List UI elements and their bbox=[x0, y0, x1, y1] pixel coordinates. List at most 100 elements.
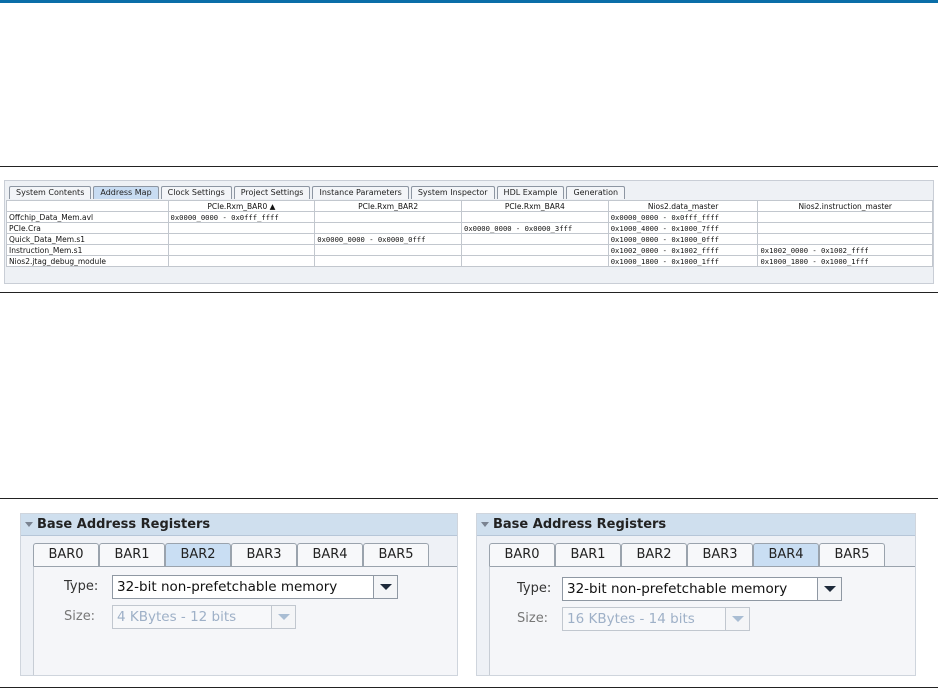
type-dropdown-button[interactable] bbox=[373, 576, 397, 598]
address-range-cell[interactable] bbox=[461, 211, 609, 223]
size-label: Size: bbox=[517, 611, 549, 626]
section-title: Base Address Registers bbox=[493, 517, 667, 532]
tab-bar2[interactable]: BAR2 bbox=[621, 543, 687, 566]
address-range-cell[interactable] bbox=[314, 255, 462, 267]
address-range-cell[interactable] bbox=[314, 211, 462, 223]
tab-clock-settings[interactable]: Clock Settings bbox=[160, 186, 232, 199]
row-label-cell[interactable]: Quick_Data_Mem.s1 bbox=[6, 233, 169, 245]
chevron-down-icon bbox=[380, 584, 392, 590]
column-header[interactable]: PCIe.Rxm_BAR2 bbox=[314, 200, 462, 212]
figure-rule-bottom-2 bbox=[0, 687, 938, 688]
tab-hdl-example[interactable]: HDL Example bbox=[496, 186, 565, 199]
size-value: 16 KBytes - 14 bits bbox=[567, 611, 695, 627]
address-map-table: PCIe.Rxm_BAR0 ▲ PCIe.Rxm_BAR2 PCIe.Rxm_BAR… bbox=[6, 200, 933, 267]
address-range-cell[interactable] bbox=[167, 233, 316, 245]
address-range-cell[interactable] bbox=[167, 244, 316, 256]
type-dropdown-button[interactable] bbox=[817, 578, 841, 600]
address-range-cell[interactable] bbox=[461, 233, 609, 245]
row-label-cell[interactable]: Offchip_Data_Mem.avl bbox=[6, 211, 169, 223]
bar-panel-left: Base Address Registers BAR0 BAR1 BAR2 BAR3 B… bbox=[20, 513, 458, 676]
address-range-cell[interactable]: 0x1000_4000 - 0x1000_7fff bbox=[607, 222, 759, 234]
address-range-cell[interactable]: 0x0000_0000 - 0x0fff_ffff bbox=[607, 211, 759, 223]
address-range-cell[interactable] bbox=[167, 222, 316, 234]
size-dropdown-button[interactable] bbox=[271, 606, 295, 628]
tab-generation[interactable]: Generation bbox=[566, 186, 626, 199]
tab-bar4[interactable]: BAR4 bbox=[297, 543, 363, 566]
address-range-cell[interactable]: 0x1002_0000 - 0x1002_ffff bbox=[757, 244, 933, 256]
address-map-tab-bar: System Contents Address Map Clock Settings… bbox=[9, 185, 627, 199]
row-label-cell[interactable]: Instruction_Mem.s1 bbox=[6, 244, 169, 256]
top-accent-rule bbox=[0, 0, 938, 3]
table-row[interactable]: PCIe.Cra 0x0000_0000 - 0x0000_3fff 0x1000_… bbox=[6, 222, 933, 234]
tab-bar1[interactable]: BAR1 bbox=[555, 543, 621, 566]
type-value: 32-bit non-prefetchable memory bbox=[567, 581, 788, 597]
bar-tab-bar: BAR0 BAR1 BAR2 BAR3 BAR4 BAR5 bbox=[33, 542, 429, 566]
tab-instance-parameters[interactable]: Instance Parameters bbox=[312, 186, 409, 199]
column-header[interactable]: Nios2.data_master bbox=[607, 200, 759, 212]
address-range-cell[interactable] bbox=[757, 233, 933, 245]
address-range-cell[interactable] bbox=[461, 244, 609, 256]
address-range-cell[interactable] bbox=[461, 255, 609, 267]
tab-bar5[interactable]: BAR5 bbox=[819, 543, 885, 566]
tab-bar0[interactable]: BAR0 bbox=[33, 543, 99, 566]
address-range-cell[interactable]: 0x1000_1800 - 0x1000_1fff bbox=[607, 255, 759, 267]
column-header[interactable]: Nios2.instruction_master bbox=[757, 200, 933, 212]
address-range-cell[interactable] bbox=[757, 211, 933, 223]
column-header-blank[interactable] bbox=[6, 200, 169, 212]
chevron-down-icon bbox=[732, 616, 744, 622]
address-range-cell[interactable]: 0x1000_0000 - 0x1000_0fff bbox=[607, 233, 759, 245]
table-row[interactable]: Nios2.jtag_debug_module 0x1000_1800 - 0x1… bbox=[6, 255, 933, 267]
type-dropdown[interactable]: 32-bit non-prefetchable memory bbox=[112, 575, 398, 599]
address-map-panel: System Contents Address Map Clock Settings… bbox=[4, 180, 934, 284]
size-dropdown-button[interactable] bbox=[725, 608, 749, 630]
tab-system-contents[interactable]: System Contents bbox=[9, 186, 92, 199]
size-label: Size: bbox=[64, 609, 96, 624]
address-range-cell[interactable]: 0x0000_0000 - 0x0000_0fff bbox=[314, 233, 462, 245]
tab-bar3[interactable]: BAR3 bbox=[687, 543, 753, 566]
section-header[interactable]: Base Address Registers bbox=[477, 514, 915, 536]
address-range-cell[interactable] bbox=[167, 255, 316, 267]
address-range-cell[interactable]: 0x0000_0000 - 0x0fff_ffff bbox=[167, 211, 316, 223]
type-label: Type: bbox=[64, 579, 99, 594]
collapse-triangle-icon[interactable] bbox=[481, 522, 489, 527]
type-value: 32-bit non-prefetchable memory bbox=[117, 579, 338, 595]
figure-rule-bottom bbox=[0, 292, 938, 293]
row-label-cell[interactable]: PCIe.Cra bbox=[6, 222, 169, 234]
tab-bar0[interactable]: BAR0 bbox=[489, 543, 555, 566]
tab-address-map[interactable]: Address Map bbox=[93, 186, 159, 199]
address-range-cell[interactable]: 0x0000_0000 - 0x0000_3fff bbox=[461, 222, 609, 234]
address-range-cell[interactable]: 0x1002_0000 - 0x1002_ffff bbox=[607, 244, 759, 256]
address-range-cell[interactable] bbox=[757, 222, 933, 234]
table-row[interactable]: Offchip_Data_Mem.avl 0x0000_0000 - 0x0fff… bbox=[6, 211, 933, 223]
type-label: Type: bbox=[517, 581, 552, 596]
tab-system-inspector[interactable]: System Inspector bbox=[410, 186, 495, 199]
column-header[interactable]: PCIe.Rxm_BAR4 bbox=[461, 200, 609, 212]
bar-panel-right: Base Address Registers BAR0 BAR1 BAR2 BAR3 B… bbox=[476, 513, 916, 676]
tab-bar1[interactable]: BAR1 bbox=[99, 543, 165, 566]
size-dropdown[interactable]: 16 KBytes - 14 bits bbox=[562, 607, 750, 631]
section-header[interactable]: Base Address Registers bbox=[21, 514, 457, 536]
bar-settings-body: Type: 32-bit non-prefetchable memory Siz… bbox=[33, 566, 457, 675]
address-range-cell[interactable]: 0x1000_1800 - 0x1000_1fff bbox=[757, 255, 933, 267]
type-dropdown[interactable]: 32-bit non-prefetchable memory bbox=[562, 577, 842, 601]
collapse-triangle-icon[interactable] bbox=[25, 522, 33, 527]
table-row[interactable]: Instruction_Mem.s1 0x1002_0000 - 0x1002_f… bbox=[6, 244, 933, 256]
tab-bar4[interactable]: BAR4 bbox=[753, 543, 819, 566]
figure-rule-top bbox=[0, 166, 938, 167]
tab-bar5[interactable]: BAR5 bbox=[363, 543, 429, 566]
column-header[interactable]: PCIe.Rxm_BAR0 ▲ bbox=[167, 200, 316, 212]
tab-bar3[interactable]: BAR3 bbox=[231, 543, 297, 566]
address-range-cell[interactable] bbox=[314, 222, 462, 234]
size-value: 4 KBytes - 12 bits bbox=[117, 609, 237, 625]
bar-tab-bar: BAR0 BAR1 BAR2 BAR3 BAR4 BAR5 bbox=[489, 542, 885, 566]
size-dropdown[interactable]: 4 KBytes - 12 bits bbox=[112, 605, 296, 629]
chevron-down-icon bbox=[824, 586, 836, 592]
tab-bar2[interactable]: BAR2 bbox=[165, 543, 231, 566]
tab-project-settings[interactable]: Project Settings bbox=[233, 186, 311, 199]
table-row[interactable]: Quick_Data_Mem.s1 0x0000_0000 - 0x0000_0f… bbox=[6, 233, 933, 245]
chevron-down-icon bbox=[278, 614, 290, 620]
bar-settings-body: Type: 32-bit non-prefetchable memory Siz… bbox=[489, 566, 915, 675]
address-range-cell[interactable] bbox=[314, 244, 462, 256]
row-label-cell[interactable]: Nios2.jtag_debug_module bbox=[6, 255, 169, 267]
figure-rule-top-2 bbox=[0, 498, 938, 499]
